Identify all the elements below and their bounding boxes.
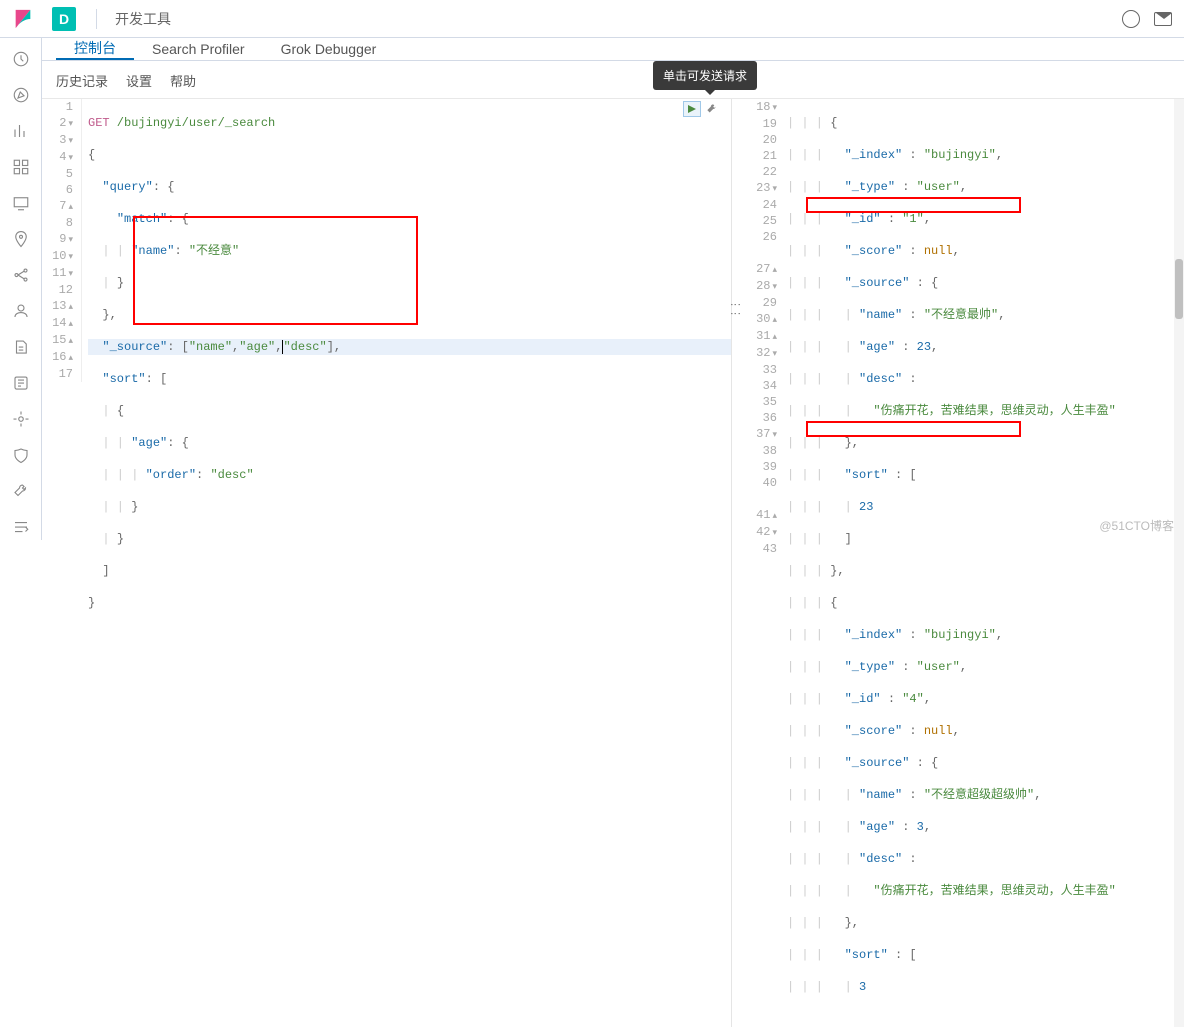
line-gutter-right: 18▾1920212223▾24252627▴28▾2930▴31▴32▾333… xyxy=(732,99,787,557)
subnav-help[interactable]: 帮助 xyxy=(170,71,196,90)
app-title: 开发工具 xyxy=(115,9,171,29)
mail-icon[interactable] xyxy=(1154,12,1172,26)
logs-icon[interactable] xyxy=(12,338,30,356)
send-request-button[interactable] xyxy=(683,101,701,117)
kibana-logo[interactable] xyxy=(12,8,34,30)
response-code: | | | { | | | "_index" : "bujingyi", | |… xyxy=(787,99,1184,1027)
subnav-settings[interactable]: 设置 xyxy=(126,71,152,90)
canvas-icon[interactable] xyxy=(12,194,30,212)
tab-search-profiler[interactable]: Search Profiler xyxy=(134,38,263,60)
sidebar xyxy=(0,38,42,540)
tabs: 控制台 Search Profiler Grok Debugger xyxy=(42,38,1184,61)
uptime-icon[interactable] xyxy=(12,410,30,428)
app-badge: D xyxy=(52,7,76,31)
http-method: GET xyxy=(88,116,110,130)
subnav-history[interactable]: 历史记录 xyxy=(56,71,108,90)
wrench-icon[interactable] xyxy=(703,101,721,117)
visualize-icon[interactable] xyxy=(12,122,30,140)
line-gutter: 12▾3▾4▾567▴89▾10▾11▾1213▴14▴15▴16▴17 xyxy=(42,99,82,382)
maps-icon[interactable] xyxy=(12,230,30,248)
apm-icon[interactable] xyxy=(12,374,30,392)
request-code[interactable]: GET /bujingyi/user/_search { "query": { … xyxy=(82,99,731,643)
scrollbar-thumb[interactable] xyxy=(1175,259,1183,319)
ml-icon[interactable] xyxy=(12,266,30,284)
subnav: 历史记录 设置 帮助 xyxy=(42,61,1184,99)
response-editor[interactable]: 18▾1920212223▾24252627▴28▾2930▴31▴32▾333… xyxy=(732,99,1184,1027)
dev-tools-icon[interactable] xyxy=(12,482,30,500)
request-editor[interactable]: 单击可发送请求 12▾3▾4▾567▴89▾10▾11▾1213▴14▴15▴1… xyxy=(42,99,732,1027)
endpoint-path: /bujingyi/user/_search xyxy=(110,116,276,130)
tooltip-send-request: 单击可发送请求 xyxy=(653,61,757,90)
watermark: @51CTO博客 xyxy=(1099,517,1174,534)
dashboard-icon[interactable] xyxy=(12,158,30,176)
siem-icon[interactable] xyxy=(12,446,30,464)
scrollbar[interactable] xyxy=(1174,99,1184,1027)
divider xyxy=(96,9,97,29)
help-icon[interactable] xyxy=(1122,10,1140,28)
top-bar: D 开发工具 xyxy=(0,0,1184,38)
metrics-icon[interactable] xyxy=(12,302,30,320)
discover-icon[interactable] xyxy=(12,86,30,104)
collapse-icon[interactable] xyxy=(12,518,30,536)
tab-grok-debugger[interactable]: Grok Debugger xyxy=(263,38,395,60)
recent-icon[interactable] xyxy=(12,50,30,68)
tab-console[interactable]: 控制台 xyxy=(56,38,134,60)
